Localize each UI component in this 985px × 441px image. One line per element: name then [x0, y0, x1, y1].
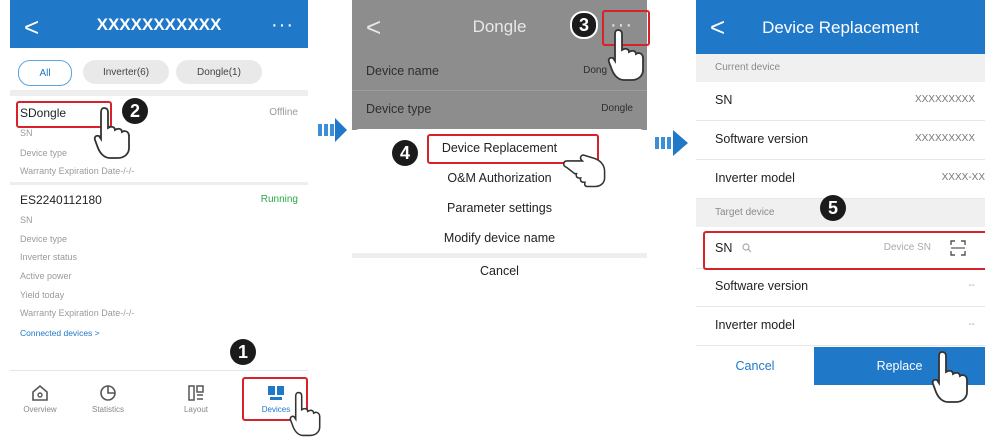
divider: [352, 253, 647, 258]
row-label: Device type: [366, 102, 432, 116]
row-label: Inverter model: [715, 171, 795, 185]
step-badge: 3: [570, 11, 598, 39]
nav-overview[interactable]: Overview: [10, 383, 70, 414]
row-value: --: [968, 319, 975, 330]
info-row: Inverter model XXXX-XX: [696, 160, 985, 199]
pointing-hand-icon: [607, 29, 644, 81]
pointing-hand-icon: [93, 107, 130, 159]
field-label: Device type: [20, 234, 68, 244]
filter-chip-label: Inverter(6): [102, 66, 150, 78]
cancel-button[interactable]: Cancel: [352, 264, 647, 278]
row-value: XXXX-XX: [941, 172, 985, 183]
status-badge: Running: [260, 194, 298, 205]
field-label: Inverter status: [20, 252, 78, 262]
flow-arrow-icon: [655, 130, 688, 156]
section-header: Current device: [696, 54, 985, 82]
info-row: Inverter model --: [696, 307, 985, 346]
row-label: Device name: [366, 64, 439, 78]
pie-chart-icon: [100, 385, 116, 401]
step-badge: 4: [392, 140, 418, 166]
status-badge: Offline: [269, 107, 298, 118]
header-bar: < Device Replacement: [696, 0, 985, 54]
screen-device-replacement: < Device Replacement Current device SN XX…: [696, 0, 985, 386]
row-label: Inverter model: [715, 318, 795, 332]
highlight-box: [703, 231, 985, 270]
header-bar: < XXXXXXXXXXX ···: [10, 0, 308, 48]
info-row: SN XXXXXXXXX: [696, 82, 985, 121]
field-label: Warranty Expiration Date-/-/-: [20, 166, 135, 176]
field-label: SN: [20, 215, 33, 225]
layout-icon: [188, 385, 204, 401]
page-title: Device Replacement: [762, 18, 919, 37]
step-badge: 1: [230, 339, 256, 365]
flow-arrow-icon: [318, 118, 347, 142]
nav-label: Statistics: [91, 405, 124, 414]
row-value: Dong: [583, 65, 607, 76]
filter-chip-label: All: [39, 67, 51, 79]
section-label: Current device: [715, 62, 781, 73]
pointing-hand-icon: [562, 154, 606, 188]
screen-device-list: < XXXXXXXXXXX ··· All Inverter(6) Dongle…: [10, 0, 308, 430]
filter-chip-inverter[interactable]: Inverter(6): [83, 60, 169, 84]
info-row: Device name Dong: [352, 54, 647, 91]
row-value: --: [968, 280, 975, 291]
row-label: Software version: [715, 132, 809, 146]
info-row: Software version XXXXXXXXX: [696, 121, 985, 160]
pointing-hand-icon: [931, 351, 968, 403]
connected-devices-link[interactable]: Connected devices >: [20, 328, 100, 338]
divider: [10, 182, 308, 185]
home-icon: [32, 384, 48, 401]
field-label: Warranty Expiration Date-/-/-: [20, 308, 135, 318]
field-label: Yield today: [20, 290, 65, 300]
row-label: Software version: [715, 279, 809, 293]
filter-chip-dongle[interactable]: Dongle(1): [176, 60, 262, 84]
nav-layout[interactable]: Layout: [166, 383, 226, 414]
field-label: SN: [20, 128, 33, 138]
row-value: Dongle: [601, 103, 633, 114]
row-value: XXXXXXXXX: [914, 94, 975, 105]
filter-chip-all[interactable]: All: [18, 60, 72, 86]
pointing-hand-icon: [289, 391, 321, 437]
nav-label: Layout: [183, 405, 209, 414]
menu-item-parameter-settings[interactable]: Parameter settings: [352, 201, 647, 215]
filter-chip-label: Dongle(1): [197, 66, 241, 78]
row-label: SN: [715, 93, 733, 107]
menu-item-modify-name[interactable]: Modify device name: [352, 231, 647, 245]
nav-label: Overview: [23, 405, 57, 414]
nav-statistics[interactable]: Statistics: [78, 383, 138, 414]
step-badge: 5: [820, 195, 846, 221]
info-row: Software version --: [696, 268, 985, 307]
cancel-button[interactable]: Cancel: [696, 347, 814, 385]
section-label: Target device: [715, 207, 775, 218]
info-row: Device type Dongle: [352, 92, 647, 128]
row-value: XXXXXXXXX: [914, 133, 975, 144]
device-card-inverter[interactable]: ES2240112180 Running SN Device type Inve…: [10, 186, 308, 346]
field-label: Device type: [20, 148, 68, 158]
page-title: XXXXXXXXXXX: [96, 15, 222, 34]
more-menu-button[interactable]: ···: [271, 14, 294, 37]
divider: [10, 370, 308, 371]
device-name: ES2240112180: [20, 193, 102, 207]
field-label: Active power: [20, 271, 72, 281]
